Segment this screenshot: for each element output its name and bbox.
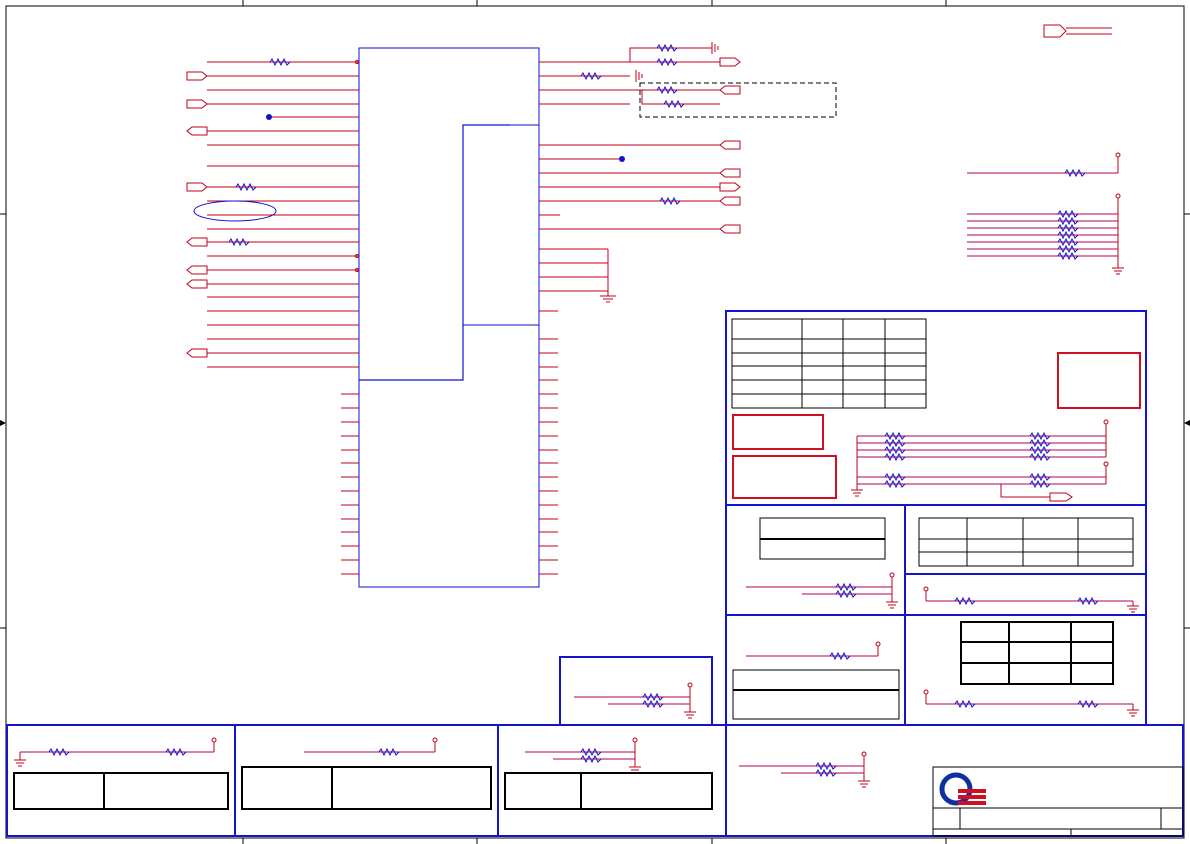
- power-pin-icon: [889, 572, 895, 578]
- power-pin-icon: [1103, 419, 1109, 425]
- power-pin-icon: [1115, 193, 1121, 199]
- strap-resistors[interactable]: [856, 424, 1107, 498]
- power-pin-icon: [923, 689, 929, 695]
- note-box: [732, 414, 824, 450]
- bottom-1-circuit[interactable]: [19, 742, 215, 760]
- bottom-3-table[interactable]: [504, 772, 713, 810]
- power-pin-icon: [923, 586, 929, 592]
- offpage-connector[interactable]: [1049, 492, 1073, 502]
- bottom-frame-2[interactable]: [234, 724, 499, 837]
- optional-wire: [641, 90, 720, 105]
- left-arrow-marker-icon: [0, 420, 6, 426]
- right-nc-pins: [539, 310, 558, 575]
- ground-icon: [851, 489, 863, 497]
- bottom-1-table[interactable]: [13, 772, 229, 810]
- junction-dot: [619, 156, 625, 162]
- ground-icon: [1127, 605, 1139, 613]
- ground-icon: [684, 711, 696, 719]
- resistor-network[interactable]: [967, 198, 1119, 268]
- ground-icon: [635, 70, 643, 82]
- bottom-frame-1[interactable]: [6, 724, 236, 837]
- ground-icon: [14, 759, 26, 767]
- power-pin-icon: [875, 641, 881, 647]
- option-c-circuit[interactable]: [925, 591, 1134, 606]
- ic-internal-divider: [359, 124, 510, 381]
- option-d-circuit[interactable]: [746, 646, 879, 661]
- option-a-circuit[interactable]: [746, 577, 893, 602]
- left-nc-pins: [341, 393, 359, 575]
- power-pin-icon: [1103, 461, 1109, 467]
- power-pin-icon: [632, 737, 638, 743]
- power-pin-icon: [861, 751, 867, 757]
- strap-table[interactable]: [731, 318, 927, 409]
- bottom-3-circuit[interactable]: [525, 742, 636, 767]
- ground-icon: [858, 780, 870, 788]
- option-frame-a[interactable]: [725, 504, 906, 616]
- ground-icon: [600, 295, 616, 303]
- company-logo-icon: [939, 772, 986, 806]
- bottom-4-circuit[interactable]: [739, 756, 865, 781]
- zone-ticks: [0, 0, 1190, 844]
- main-ic-body[interactable]: [358, 47, 540, 588]
- option-frame-c[interactable]: [904, 573, 1147, 616]
- optional-component-box[interactable]: [639, 82, 837, 118]
- sheet-border: [5, 5, 1185, 839]
- left-signal-wires[interactable]: [207, 61, 359, 368]
- power-pin-icon: [432, 737, 438, 743]
- note-box: [1057, 352, 1141, 409]
- left-resistors[interactable]: [228, 57, 291, 247]
- ground-icon: [1127, 709, 1139, 717]
- option-table-b[interactable]: [918, 517, 1134, 567]
- note-box: [732, 455, 837, 499]
- bottom-frame-4[interactable]: [725, 724, 1184, 837]
- right-offpage-connectors[interactable]: [719, 57, 741, 234]
- offpage-connector[interactable]: [1043, 24, 1067, 38]
- ground-icon: [711, 42, 719, 54]
- group-ellipse-marker: [193, 200, 277, 222]
- schematic-sheet: [0, 0, 1190, 844]
- power-pin-icon: [1115, 152, 1121, 158]
- junction-dot: [266, 114, 272, 120]
- option-f-circuit[interactable]: [574, 687, 691, 712]
- bottom-2-table[interactable]: [241, 766, 492, 810]
- option-table-d[interactable]: [732, 669, 900, 720]
- option-frame-e[interactable]: [904, 614, 1147, 726]
- ground-icon: [886, 601, 898, 609]
- ground-icon: [1112, 267, 1124, 275]
- bottom-frame-3[interactable]: [497, 724, 727, 837]
- bottom-2-circuit[interactable]: [304, 742, 436, 757]
- power-pin-icon: [687, 682, 693, 688]
- right-signal-wires[interactable]: [539, 61, 720, 296]
- option-table-e[interactable]: [960, 621, 1114, 685]
- power-pin-icon: [211, 737, 217, 743]
- option-e-circuit[interactable]: [925, 694, 1134, 710]
- right-arrow-marker-icon: [1184, 420, 1190, 426]
